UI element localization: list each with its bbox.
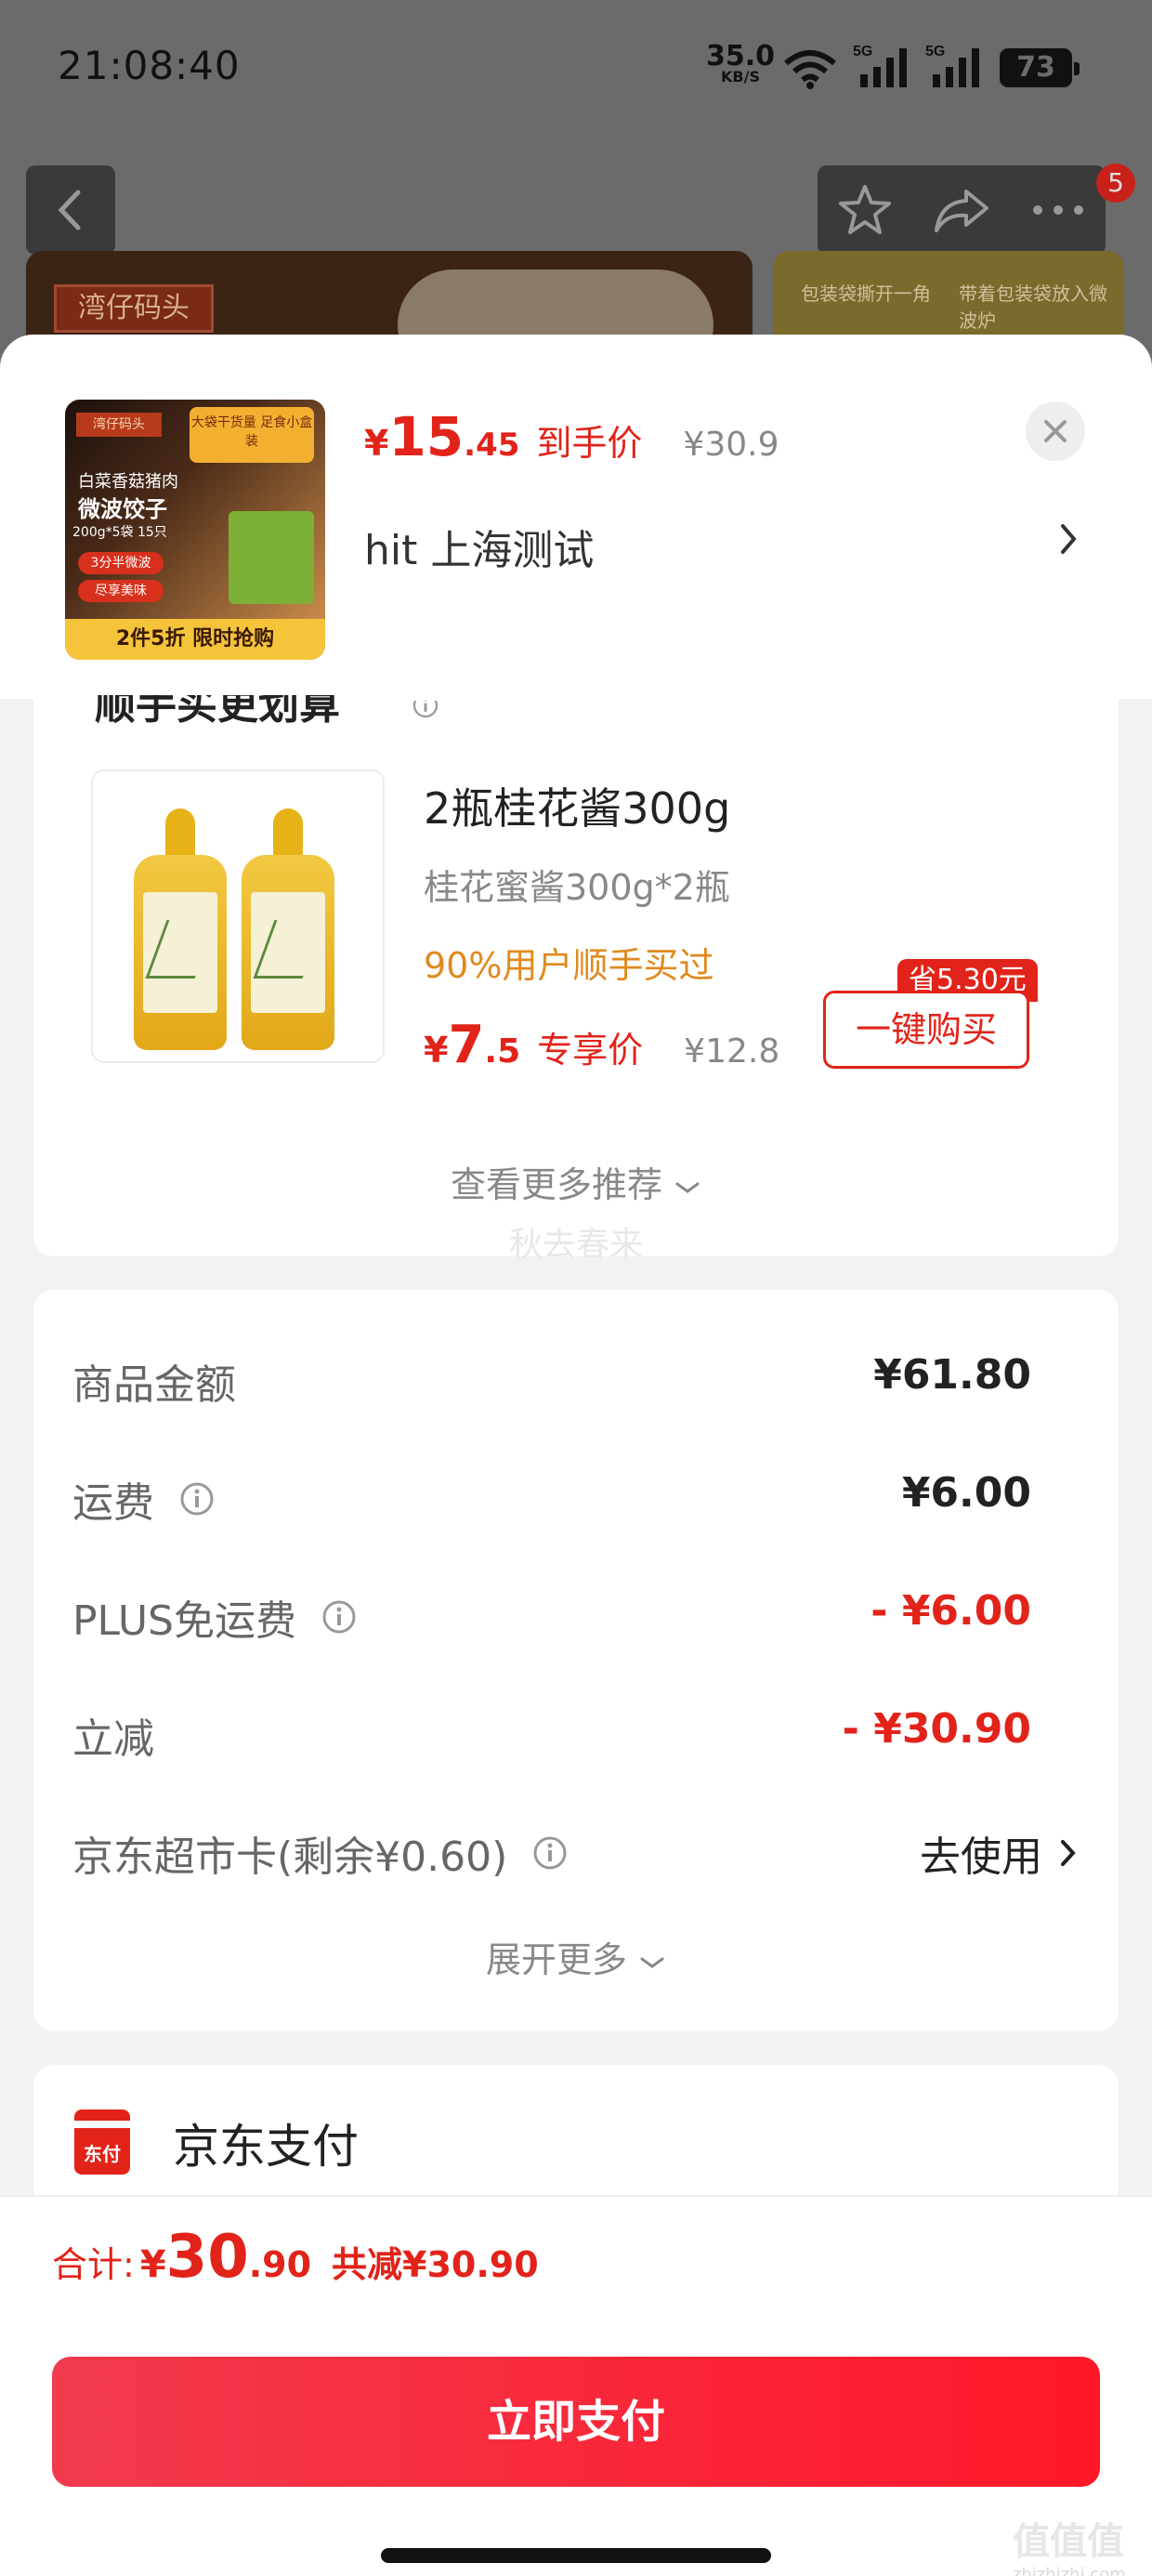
home-indicator[interactable]	[381, 2548, 771, 2563]
close-icon	[1044, 420, 1067, 442]
summary-row-plus-free-shipping: PLUS免运费 - ¥6.00	[72, 1587, 1031, 1645]
signal-icon: 5G	[925, 44, 979, 87]
final-price: ¥ 15 .45 到手价 ¥30.9	[364, 405, 779, 468]
checkout-footer: 合计: ¥ 30 .90 共减¥30.90 立即支付 值值值 zhizhizhi…	[0, 2195, 1152, 2576]
signal-icon: 5G	[853, 44, 907, 87]
expand-more-link[interactable]: 展开更多	[33, 1931, 1119, 1982]
chevron-right-icon	[1061, 1840, 1076, 1866]
wifi-icon	[784, 50, 836, 89]
product-header: 湾仔码头 大袋干货量 足食小盒装 白菜香菇猪肉 微波饺子 200g*5袋 15只…	[0, 335, 1152, 699]
site-watermark: 值值值 zhizhizhi.com	[1013, 2520, 1126, 2576]
status-time: 21:08:40	[58, 43, 241, 88]
network-speed: 35.0 KB/S	[706, 40, 776, 85]
recommend-item-image[interactable]	[91, 769, 385, 1063]
chevron-right-icon[interactable]	[1057, 520, 1080, 558]
total-reduction: 共减¥30.90	[332, 2244, 539, 2285]
top-action-bar	[818, 165, 1106, 255]
product-image-banner: 2件5折 限时抢购	[65, 619, 325, 660]
info-icon[interactable]	[321, 1598, 358, 1636]
recommend-item-name[interactable]: 2瓶桂花酱300g	[424, 775, 730, 836]
final-price-label: 到手价	[536, 423, 643, 464]
back-button[interactable]	[26, 165, 115, 255]
chevron-down-icon	[640, 1957, 664, 1968]
watermark: 秋去春来	[508, 1226, 643, 1264]
summary-row-discount: 立减 - ¥30.90	[72, 1705, 1031, 1763]
battery-icon: 73	[1000, 48, 1080, 87]
order-total: 合计: ¥ 30 .90 共减¥30.90	[52, 2223, 539, 2292]
brand-logo: 湾仔码头	[54, 284, 214, 333]
payment-method-card[interactable]: 东付 京东支付	[33, 2065, 1119, 2214]
background-page: 21:08:40 35.0 KB/S 5G 5G 73 5 湾仔码头 包装袋撕开…	[0, 0, 1152, 362]
svg-text:5G: 5G	[853, 44, 872, 59]
notification-badge: 5	[1096, 164, 1135, 203]
price-summary-card: 商品金额 ¥61.80 运费 ¥6.00 PLUS免运费 - ¥6.00 立减	[33, 1290, 1119, 2031]
shipping-address[interactable]: hit 上海测试	[364, 517, 594, 576]
close-button[interactable]	[1026, 401, 1085, 461]
summary-row-supermarket-card[interactable]: 京东超市卡(剩余¥0.60) 去使用	[72, 1818, 1078, 1883]
recommend-original-price: ¥12.8	[684, 1032, 780, 1071]
status-bar: 21:08:40 35.0 KB/S 5G 5G 73	[0, 0, 1152, 139]
recommend-item-tip: 90%用户顺手买过	[424, 945, 714, 986]
more-icon[interactable]	[1030, 204, 1086, 217]
recommend-item-price: ¥ 7 .5 专享价 ¥12.8	[424, 1015, 780, 1075]
info-icon[interactable]	[178, 1480, 216, 1518]
one-click-buy-button[interactable]: 一键购买	[823, 991, 1029, 1069]
checkout-sheet: 湾仔码头 大袋干货量 足食小盒装 白菜香菇猪肉 微波饺子 200g*5袋 15只…	[0, 335, 1152, 2576]
summary-row-shipping: 运费 ¥6.00	[72, 1469, 1031, 1527]
original-price: ¥30.9	[683, 426, 779, 464]
product-image: 湾仔码头 大袋干货量 足食小盒装 白菜香菇猪肉 微波饺子 200g*5袋 15只…	[65, 400, 325, 660]
chevron-down-icon	[675, 1182, 700, 1193]
payment-method-name: 京东支付	[173, 2120, 359, 2174]
use-card-link[interactable]: 去使用	[920, 1823, 1078, 1883]
chevron-left-icon	[58, 190, 81, 230]
share-icon[interactable]	[933, 186, 990, 234]
svg-text:5G: 5G	[925, 44, 945, 59]
jd-pay-icon: 东付	[74, 2109, 130, 2175]
summary-row-goods: 商品金额 ¥61.80	[72, 1351, 1031, 1409]
more-recommend-link[interactable]: 查看更多推荐	[0, 1156, 1152, 1207]
pay-now-button[interactable]: 立即支付	[52, 2357, 1100, 2487]
star-icon[interactable]	[837, 183, 893, 237]
info-icon[interactable]	[531, 1834, 569, 1872]
recommend-item-spec: 桂花蜜酱300g*2瓶	[424, 867, 730, 908]
